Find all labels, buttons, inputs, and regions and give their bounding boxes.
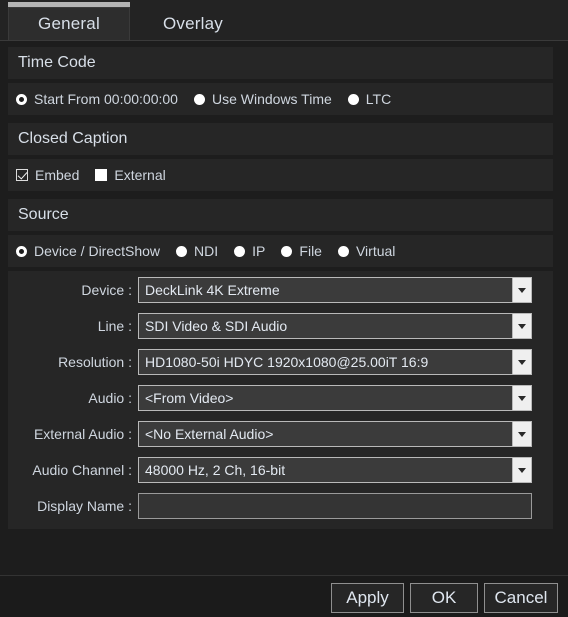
radio-use-windows-time[interactable]: Use Windows Time: [193, 91, 332, 107]
radio-device-directshow[interactable]: Device / DirectShow: [16, 243, 160, 259]
radio-start-from[interactable]: Start From 00:00:00:00: [16, 91, 178, 107]
field-label-audio-channel: Audio Channel :: [32, 462, 132, 478]
tab-overlay[interactable]: Overlay: [132, 7, 254, 40]
source-fields-area: Device : DeckLink 4K Extreme Line : SDI …: [8, 271, 553, 529]
field-row-display-name: Display Name :: [8, 492, 553, 520]
field-row-audio: Audio : <From Video>: [8, 384, 553, 412]
radio-ltc-icon: [347, 93, 359, 105]
field-row-audio-channel: Audio Channel : 48000 Hz, 2 Ch, 16-bit: [8, 456, 553, 484]
checkbox-external-icon: [95, 169, 108, 181]
field-label-external-audio: External Audio :: [33, 426, 132, 442]
radio-ndi-icon: [176, 245, 188, 257]
radio-virtual-icon: [337, 245, 349, 257]
apply-button[interactable]: Apply: [331, 583, 404, 613]
field-label-line: Line :: [97, 318, 132, 334]
cancel-button-label: Cancel: [494, 588, 548, 607]
tab-general[interactable]: General: [8, 7, 130, 40]
dropdown-resolution-value: HD1080-50i HDYC 1920x1080@25.00iT 16:9: [138, 349, 512, 375]
radio-device-directshow-icon: [16, 245, 27, 257]
field-label-display-name: Display Name :: [37, 498, 132, 514]
field-label-device: Device :: [81, 282, 132, 298]
cancel-button[interactable]: Cancel: [484, 583, 558, 613]
ok-button[interactable]: OK: [410, 583, 478, 613]
dropdown-audio[interactable]: <From Video>: [138, 385, 532, 411]
dropdown-resolution[interactable]: HD1080-50i HDYC 1920x1080@25.00iT 16:9: [138, 349, 532, 375]
radio-ip-label: IP: [252, 243, 266, 259]
radio-file-icon: [281, 245, 293, 257]
time-code-options-row: Start From 00:00:00:00 Use Windows Time …: [8, 83, 553, 115]
display-name-input[interactable]: [138, 493, 532, 519]
radio-ip[interactable]: IP: [234, 243, 265, 259]
dropdown-external-audio-value: <No External Audio>: [138, 421, 512, 447]
apply-button-label: Apply: [346, 588, 389, 607]
radio-ndi[interactable]: NDI: [176, 243, 218, 259]
checkbox-external-label: External: [114, 167, 166, 183]
dropdown-device-value: DeckLink 4K Extreme: [138, 277, 512, 303]
closed-caption-options-row: Embed External: [8, 159, 553, 191]
checkbox-external[interactable]: External: [95, 167, 166, 183]
section-header-closed-caption: Closed Caption: [8, 123, 553, 155]
ok-button-label: OK: [431, 588, 457, 607]
dropdown-audio-channel[interactable]: 48000 Hz, 2 Ch, 16-bit: [138, 457, 532, 483]
tab-general-label: General: [38, 14, 100, 33]
radio-use-windows-time-label: Use Windows Time: [211, 91, 332, 107]
section-header-time-code-label: Time Code: [18, 54, 96, 71]
field-row-device: Device : DeckLink 4K Extreme: [8, 276, 553, 304]
dropdown-line[interactable]: SDI Video & SDI Audio: [138, 313, 532, 339]
dropdown-external-audio-chevron-down-icon[interactable]: [512, 421, 532, 447]
radio-ndi-label: NDI: [194, 243, 219, 259]
field-label-audio: Audio :: [88, 390, 132, 406]
settings-panel: Time Code Start From 00:00:00:00 Use Win…: [0, 40, 568, 575]
dropdown-audio-value: <From Video>: [138, 385, 512, 411]
radio-use-windows-time-icon: [193, 93, 205, 105]
radio-start-from-icon: [16, 93, 27, 105]
radio-ip-icon: [234, 245, 246, 257]
dropdown-audio-chevron-down-icon[interactable]: [512, 385, 532, 411]
radio-file-label: File: [299, 243, 322, 259]
field-row-resolution: Resolution : HD1080-50i HDYC 1920x1080@2…: [8, 348, 553, 376]
field-row-line: Line : SDI Video & SDI Audio: [8, 312, 553, 340]
section-header-source-label: Source: [18, 206, 69, 223]
radio-file[interactable]: File: [281, 243, 322, 259]
source-options-row: Device / DirectShow NDI IP File Virtual: [8, 235, 553, 267]
dropdown-audio-channel-value: 48000 Hz, 2 Ch, 16-bit: [138, 457, 512, 483]
dropdown-resolution-chevron-down-icon[interactable]: [512, 349, 532, 375]
checkbox-embed-label: Embed: [35, 167, 80, 183]
checkbox-embed[interactable]: Embed: [16, 167, 79, 183]
dropdown-line-value: SDI Video & SDI Audio: [138, 313, 512, 339]
tab-strip: General Overlay: [0, 0, 568, 40]
radio-ltc[interactable]: LTC: [347, 91, 392, 107]
radio-virtual[interactable]: Virtual: [337, 243, 396, 259]
field-row-external-audio: External Audio : <No External Audio>: [8, 420, 553, 448]
tab-overlay-label: Overlay: [163, 13, 223, 33]
checkbox-embed-icon: [16, 169, 28, 181]
field-label-resolution: Resolution :: [58, 354, 132, 370]
radio-virtual-label: Virtual: [355, 243, 396, 259]
dialog-button-bar: Apply OK Cancel: [0, 575, 568, 617]
section-header-time-code: Time Code: [8, 47, 553, 79]
dropdown-device-chevron-down-icon[interactable]: [512, 277, 532, 303]
dropdown-audio-channel-chevron-down-icon[interactable]: [512, 457, 532, 483]
radio-start-from-label: Start From 00:00:00:00: [34, 91, 178, 107]
section-header-source: Source: [8, 199, 553, 231]
dropdown-device[interactable]: DeckLink 4K Extreme: [138, 277, 532, 303]
dropdown-external-audio[interactable]: <No External Audio>: [138, 421, 532, 447]
section-header-closed-caption-label: Closed Caption: [18, 130, 128, 147]
radio-device-directshow-label: Device / DirectShow: [34, 243, 161, 259]
radio-ltc-label: LTC: [365, 91, 392, 107]
dropdown-line-chevron-down-icon[interactable]: [512, 313, 532, 339]
